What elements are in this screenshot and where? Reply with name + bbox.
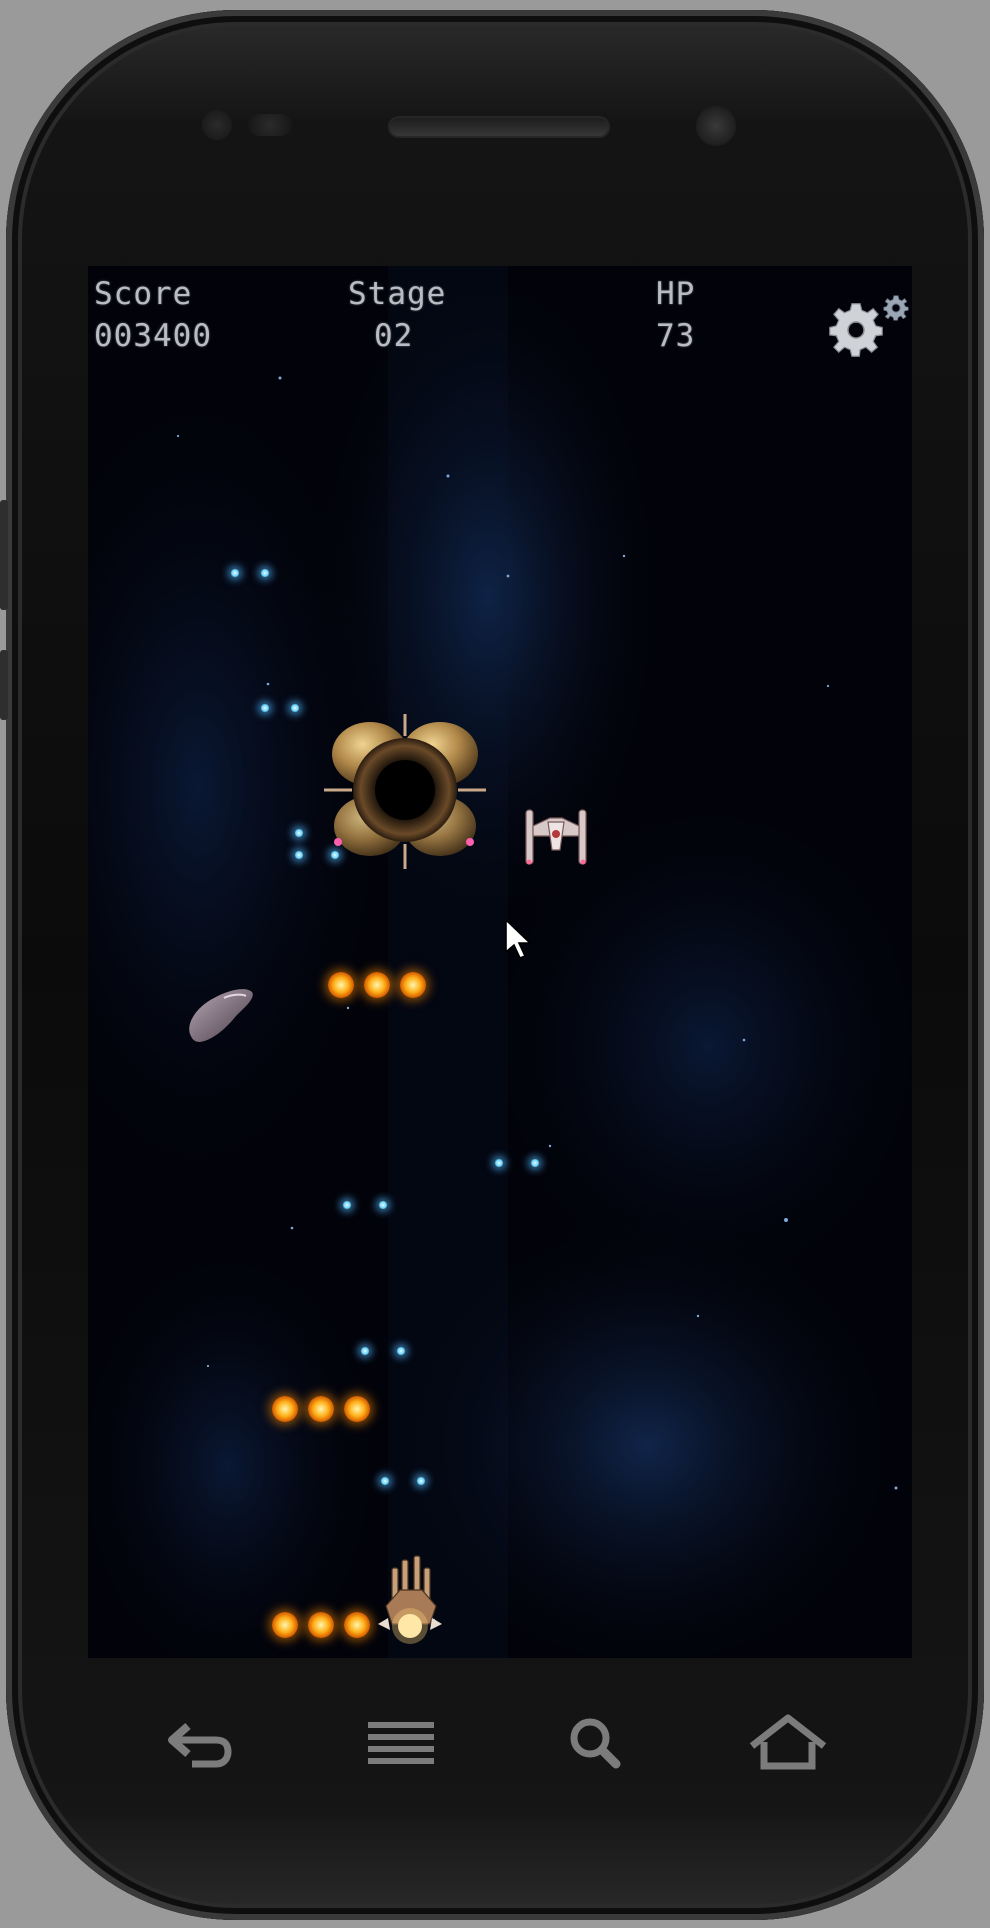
player-fire (272, 1612, 372, 1638)
enemy-bullet-pair (380, 1474, 426, 1488)
home-icon (749, 1714, 827, 1770)
enemy-bullet-pair (360, 1344, 406, 1358)
menu-button[interactable] (350, 1700, 450, 1790)
enemy-bullet-pair (342, 1198, 388, 1212)
game-screen[interactable]: Score 003400 Stage 02 HP 73 (88, 266, 912, 1658)
search-icon (570, 1718, 621, 1769)
hp-value: 73 (656, 318, 696, 354)
navigation-bar (88, 1660, 912, 1840)
enemy-fighter (525, 809, 587, 865)
home-button[interactable] (738, 1700, 838, 1790)
boss-enemy-ship (324, 714, 486, 869)
space-background (88, 266, 912, 1658)
earpiece-speaker (388, 116, 610, 138)
stage-label: Stage (348, 276, 447, 312)
search-button[interactable] (546, 1700, 646, 1790)
asteroid (189, 989, 253, 1042)
proximity-sensor (202, 110, 232, 140)
stage-value: 02 (374, 318, 414, 354)
menu-icon (368, 1722, 434, 1764)
mouse-pointer-icon (505, 918, 532, 960)
front-camera (696, 106, 736, 146)
enemy-bullet-pair (494, 1156, 540, 1170)
hp-label: HP (656, 276, 696, 312)
enemy-bullet (294, 826, 308, 840)
gear-icon (829, 295, 909, 357)
side-button (0, 650, 8, 720)
score-label: Score (94, 276, 193, 312)
back-icon (168, 1722, 232, 1768)
score-value: 003400 (94, 318, 212, 354)
player-fire (272, 1396, 372, 1422)
player-ship[interactable] (370, 1554, 450, 1650)
player-fire (328, 972, 428, 998)
settings-button[interactable] (826, 286, 912, 366)
enemy-bullet-pair (230, 566, 270, 580)
volume-button (0, 500, 8, 610)
light-sensor (248, 114, 292, 136)
back-button[interactable] (148, 1700, 248, 1790)
enemy-bullet-pair (260, 701, 300, 715)
